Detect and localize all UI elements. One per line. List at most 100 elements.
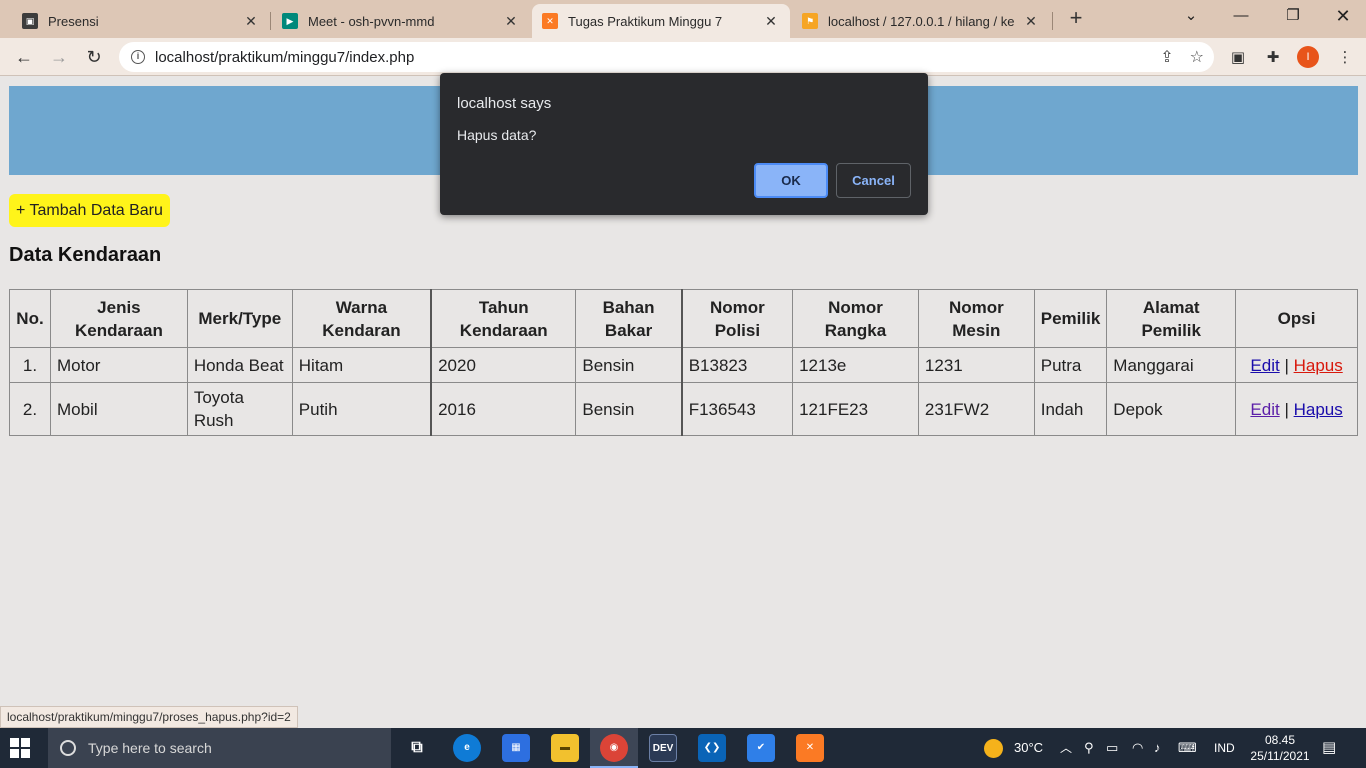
cell-mesin: 231FW2 [917,382,1035,436]
cell-no: 2. [9,382,51,436]
cell-bahan: Bensin [575,382,683,436]
phpmyadmin-favicon-icon: ⚑ [802,13,818,29]
store-icon[interactable]: ▦ [502,734,530,762]
tray-chevron-icon[interactable]: ︿ [1060,728,1072,768]
menu-kebab-icon[interactable]: ⋮ [1334,47,1356,69]
cell-merk: Toyota Rush [186,382,293,436]
taskbar-search-box[interactable]: Type here to search [48,728,391,768]
column-header: Nomor Mesin [917,289,1035,348]
window-close-icon[interactable]: ✕ [1320,4,1366,32]
tab-tugas-praktikum[interactable]: ✕ Tugas Praktikum Minggu 7 ✕ [532,4,790,38]
file-explorer-icon[interactable]: ▬ [551,734,579,762]
edit-link[interactable]: Edit [1250,400,1279,419]
cell-opsi: Edit | Hapus [1235,382,1358,436]
column-header: No. [9,289,51,348]
status-bar-url: localhost/praktikum/minggu7/proses_hapus… [0,706,298,728]
column-header: Nomor Rangka [792,289,919,348]
tray-device-icon[interactable]: ⚲ [1084,728,1094,768]
new-tab-button[interactable]: + [1064,6,1088,30]
bookmark-star-icon[interactable]: ☆ [1190,47,1204,67]
restore-icon[interactable]: ❐ [1270,4,1316,32]
xampp-icon[interactable]: ✕ [796,734,824,762]
add-new-data-button[interactable]: + Tambah Data Baru [9,194,170,227]
taskbar-clock[interactable]: 08.45 25/11/2021 [1244,732,1316,764]
battery-icon[interactable]: ▭ [1106,728,1118,768]
cell-polisi: B13823 [680,347,794,383]
site-info-icon[interactable]: i [131,50,145,64]
edit-link[interactable]: Edit [1250,356,1279,375]
dialog-title: localhost says [457,95,552,112]
address-bar[interactable]: i localhost/praktikum/minggu7/index.php … [119,42,1214,72]
cell-merk: Honda Beat [186,347,293,383]
weather-temp[interactable]: 30°C [1014,728,1043,768]
vscode-icon[interactable]: ❮❯ [698,734,726,762]
browser-toolbar: ← → ↻ i localhost/praktikum/minggu7/inde… [0,38,1366,76]
confirm-dialog: localhost says Hapus data? OK Cancel [440,73,928,215]
share-icon[interactable]: ⇪ [1160,47,1173,67]
close-icon[interactable]: ✕ [502,13,520,30]
column-header: Warna Kendaran [291,289,432,348]
back-icon[interactable]: ← [10,43,38,71]
windows-start-icon[interactable] [10,738,30,758]
link-separator: | [1284,399,1289,419]
cell-warna: Hitam [291,347,432,383]
profile-avatar[interactable]: I [1297,46,1319,68]
tab-strip: ▣ Presensi ✕ ▶ Meet - osh-pvvn-mmd ✕ ✕ T… [0,0,1366,38]
devcpp-icon[interactable]: DEV [649,734,677,762]
edge-icon[interactable]: e [453,734,481,762]
reload-icon[interactable]: ↻ [80,43,108,71]
cell-jenis: Mobil [49,382,188,436]
cell-rangka: 121FE23 [792,382,919,436]
tab-separator [270,12,271,30]
keyboard-icon[interactable]: ⌨ [1178,728,1197,768]
tab-meet[interactable]: ▶ Meet - osh-pvvn-mmd ✕ [272,4,530,38]
vehicle-table: No. Jenis Kendaraan Merk/Type Warna Kend… [9,289,1358,436]
cell-no: 1. [9,347,51,383]
meet-favicon-icon: ▶ [282,13,298,29]
link-separator: | [1284,355,1289,375]
tab-separator [1052,12,1053,30]
cell-alamat: Depok [1106,382,1237,436]
close-icon[interactable]: ✕ [1022,13,1040,30]
column-header: Nomor Polisi [680,289,794,348]
url-text: localhost/praktikum/minggu7/index.php [155,48,415,66]
hapus-link[interactable]: Hapus [1294,400,1343,419]
cell-alamat: Manggarai [1106,347,1237,383]
weather-sun-icon[interactable] [984,739,1003,758]
cell-mesin: 1231 [917,347,1035,383]
wifi-icon[interactable]: ◠ [1132,728,1143,768]
ok-button[interactable]: OK [754,163,828,198]
cell-pemilik: Putra [1033,347,1108,383]
language-indicator[interactable]: IND [1214,728,1235,768]
volume-icon[interactable]: ♪ [1154,728,1161,768]
todo-check-icon[interactable]: ✔ [747,734,775,762]
search-icon [60,740,76,756]
cancel-button[interactable]: Cancel [836,163,911,198]
reading-mode-icon[interactable]: ▣ [1227,47,1249,69]
cell-pemilik: Indah [1033,382,1108,436]
forward-icon[interactable]: → [45,43,73,71]
close-icon[interactable]: ✕ [762,13,780,30]
dialog-message: Hapus data? [457,127,537,143]
hapus-link[interactable]: Hapus [1294,356,1343,375]
cell-jenis: Motor [49,347,188,383]
extensions-puzzle-icon[interactable]: ✚ [1262,47,1284,69]
tab-phpmyadmin[interactable]: ⚑ localhost / 127.0.0.1 / hilang / ke ✕ [792,4,1050,38]
cell-tahun: 2020 [430,347,577,383]
column-header: Jenis Kendaraan [49,289,188,348]
close-icon[interactable]: ✕ [242,13,260,30]
cell-opsi: Edit | Hapus [1235,347,1358,383]
cell-warna: Putih [291,382,432,436]
minimize-icon[interactable]: — [1218,4,1264,32]
chrome-icon[interactable]: ◉ [600,734,628,762]
notification-icon[interactable]: ▤ [1322,738,1342,758]
tab-presensi[interactable]: ▣ Presensi ✕ [12,4,270,38]
column-header: Alamat Pemilik [1106,289,1237,348]
cell-rangka: 1213e [792,347,919,383]
presensi-favicon-icon: ▣ [22,13,38,29]
tab-search-icon[interactable]: ⌄ [1168,4,1214,32]
table-header-row: No. Jenis Kendaraan Merk/Type Warna Kend… [9,289,1358,348]
table-row: 2. Mobil Toyota Rush Putih 2016 Bensin F… [9,382,1358,436]
search-placeholder: Type here to search [88,740,212,756]
task-view-icon[interactable]: ⧉ [403,734,431,762]
